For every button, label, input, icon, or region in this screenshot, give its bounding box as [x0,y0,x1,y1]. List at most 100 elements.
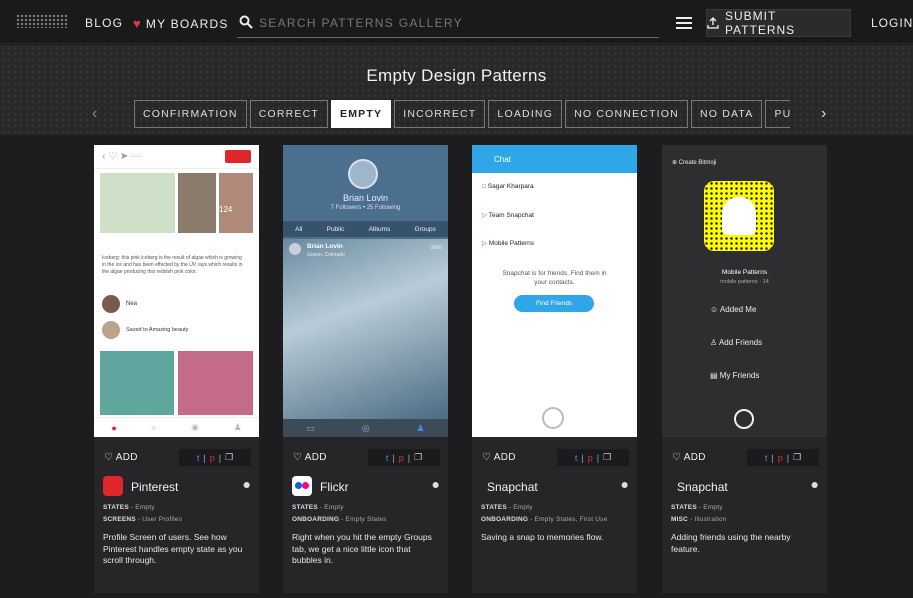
pattern-grid: ‹ ♡ ➤ ··· 124 Iceberg: this pink iceberg… [0,135,913,598]
tag-category[interactable]: ONBOARDING - Empty States [292,516,387,523]
add-to-board-button[interactable]: ♡ ADD [672,452,706,463]
login-link[interactable]: LOGIN [871,16,913,30]
app-name[interactable]: Snapchat [487,480,538,494]
search-icon [239,15,253,29]
site-logo[interactable] [16,14,68,28]
my-friends-item: ▤ My Friends [710,371,760,380]
upload-icon [707,17,719,29]
pin-description: Iceberg: this pink iceberg is the result… [102,255,243,275]
pin-count: 124 [219,205,233,214]
pattern-card[interactable]: ‹ ♡ ➤ ··· 124 Iceberg: this pink iceberg… [94,145,259,593]
post-author: Brian Lovin [307,243,343,250]
pattern-screenshot[interactable]: ⊕ Create Bitmoji Mobile Patterns mobile … [662,145,827,437]
profile-stats: 7 Followers • 25 Following [330,205,401,211]
snapcode [704,181,774,251]
filter-pull-to-refresh[interactable]: PULL TO REFRE [765,100,790,128]
pattern-screenshot[interactable]: ‹ ♡ ➤ ··· 124 Iceberg: this pink iceberg… [94,145,259,437]
tag-category[interactable]: MISC - Illustration [671,516,726,523]
tag-states[interactable]: STATES - Empty [671,504,723,511]
add-to-board-button[interactable]: ♡ ADD [482,452,516,463]
apple-icon: ● [242,476,251,492]
create-bitmoji: ⊕ Create Bitmoji [672,160,717,166]
copy-icon[interactable]: ❐ [793,452,801,463]
category-header: Empty Design Patterns ‹ CONFIRMATION CORR… [0,45,913,135]
nav-my-boards-link[interactable]: ♥ MY BOARDS [133,16,229,31]
pin-user: Nea [126,301,138,307]
filter-empty[interactable]: EMPTY [331,100,392,128]
share-buttons[interactable]: t | p | ❐ [747,449,819,466]
flickr-tabbar: ▭ ◎ ♟ [283,419,448,437]
twitter-icon[interactable]: t [386,453,389,463]
heart-icon: ♥ [133,16,142,31]
tag-category[interactable]: SCREENS - User Profiles [103,516,182,523]
tag-states[interactable]: STATES - Empty [103,504,155,511]
pin-tabbar: ● ⌕ ◉ ♟ [94,417,259,437]
share-buttons[interactable]: t | p | ❐ [368,449,440,466]
pinterest-icon[interactable]: p [588,453,593,463]
share-buttons[interactable]: t | p | ❐ [179,449,251,466]
pattern-description: Saving a snap to memories flow. [481,532,604,542]
pinterest-icon[interactable]: p [399,453,404,463]
user-handle: mobile patterns · 14 [720,279,769,285]
share-buttons[interactable]: t | p | ❐ [557,449,629,466]
profile-tabs: All Public Albums Groups [283,221,448,237]
filter-loading[interactable]: LOADING [488,100,563,128]
tag-states[interactable]: STATES - Empty [292,504,344,511]
pattern-card[interactable]: ⊕ Create Bitmoji Mobile Patterns mobile … [662,145,827,593]
twitter-icon[interactable]: t [575,453,578,463]
pattern-screenshot[interactable]: Brian Lovin 7 Followers • 25 Following A… [283,145,448,437]
copy-icon[interactable]: ❐ [603,452,611,463]
filter-incorrect[interactable]: INCORRECT [394,100,486,128]
filter-no-connection[interactable]: NO CONNECTION [565,100,688,128]
hamburger-menu-icon[interactable] [676,17,692,29]
back-icon: ‹ ♡ ➤ ··· [102,151,141,162]
pattern-screenshot[interactable]: Chat □ Sagar Kharpara ▷ Team Snapchat ▷ … [472,145,637,437]
pattern-description: Adding friends using the nearby feature. [671,532,791,554]
add-friends-item: ♙ Add Friends [710,338,763,347]
filter-chips: CONFIRMATION CORRECT EMPTY INCORRECT LOADING… [134,100,790,130]
filter-correct[interactable]: CORRECT [249,100,329,128]
avatar [102,295,120,313]
pinterest-icon[interactable]: p [210,453,215,463]
chevron-right-icon[interactable]: › [821,105,826,123]
app-name[interactable]: Snapchat [677,480,728,494]
add-to-board-button[interactable]: ♡ ADD [104,452,138,463]
chat-title: Chat [494,155,511,164]
filter-confirmation[interactable]: CONFIRMATION [134,100,247,128]
app-name[interactable]: Pinterest [131,480,178,494]
twitter-icon[interactable]: t [765,453,768,463]
empty-state-text: Snapchat is for friends. Find them in yo… [502,270,607,286]
post-location: Gosen, Colorado [307,252,345,258]
chat-row: ▷ Team Snapchat [482,212,534,219]
pin-toolbar: ‹ ♡ ➤ ··· [94,145,259,169]
tag-states[interactable]: STATES - Empty [481,504,533,511]
search-bar [237,8,659,38]
copy-icon[interactable]: ❐ [414,452,422,463]
add-to-board-button[interactable]: ♡ ADD [293,452,327,463]
pattern-card[interactable]: Chat □ Sagar Kharpara ▷ Team Snapchat ▷ … [472,145,637,593]
nav-blog-link[interactable]: BLOG [85,16,123,30]
twitter-icon[interactable]: t [197,453,200,463]
flickr-app-icon [292,476,312,496]
chat-row: ▷ Mobile Patterns [482,240,534,247]
chat-header: Chat [472,145,637,173]
pinterest-icon[interactable]: p [778,453,783,463]
chevron-left-icon[interactable]: ‹ [92,105,97,123]
map-image [100,173,175,233]
search-input[interactable] [259,14,649,32]
find-friends-button: Find Friends [514,295,594,312]
profile-name: Brian Lovin [342,193,389,203]
pattern-card[interactable]: Brian Lovin 7 Followers • 25 Following A… [283,145,448,593]
pattern-description: Profile Screen of users. See how Pintere… [103,532,243,565]
app-name[interactable]: Flickr [320,480,349,494]
submit-patterns-button[interactable]: SUBMIT PATTERNS [706,9,851,37]
apple-icon: ● [620,476,629,492]
tag-category[interactable]: ONBOARDING - Empty States, First Use [481,516,607,523]
post-time: 3mo [430,245,442,251]
top-navigation: BLOG ♥MY BOARDS SUBMIT PATTERNS LOGIN [0,0,913,44]
my-boards-label: MY BOARDS [145,17,229,31]
pinterest-app-icon [103,476,123,496]
pattern-description: Right when you hit the empty Groups tab,… [292,532,432,565]
filter-no-data[interactable]: NO DATA [690,100,763,128]
copy-icon[interactable]: ❐ [225,452,233,463]
